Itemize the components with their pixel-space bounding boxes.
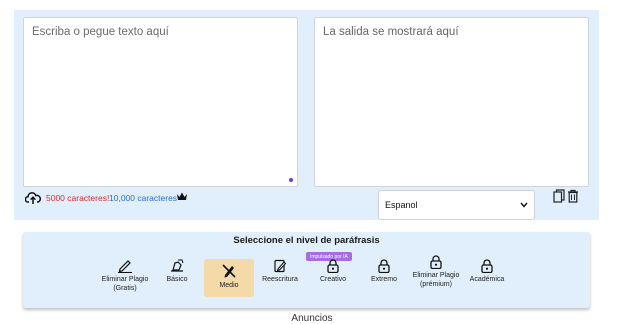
mode-sublabel: (Gratis) bbox=[113, 285, 137, 292]
output-placeholder: La salida se mostrará aquí bbox=[323, 26, 459, 38]
mode-label: Reescritura bbox=[262, 276, 298, 283]
mode-label: Eliminar Plagio bbox=[412, 272, 460, 279]
mode-label: Básico bbox=[166, 276, 188, 283]
mode-label: Eliminar Plagio bbox=[101, 276, 149, 283]
chevron-down-icon bbox=[520, 202, 528, 208]
input-textarea[interactable]: Escriba o pegue texto aquí bbox=[23, 17, 298, 187]
cloud-upload-icon[interactable] bbox=[25, 191, 41, 205]
input-placeholder: Escriba o pegue texto aquí bbox=[32, 26, 169, 38]
output-textarea[interactable]: La salida se mostrará aquí bbox=[314, 17, 589, 187]
edit-square-icon bbox=[274, 259, 287, 273]
lock-icon bbox=[430, 255, 442, 269]
lock-icon bbox=[327, 259, 339, 273]
crown-icon bbox=[177, 192, 187, 200]
mode-basic[interactable]: Básico bbox=[160, 259, 194, 297]
free-char-limit: 5000 caracteres! bbox=[46, 193, 110, 203]
premium-char-limit[interactable]: 10,000 caracteres bbox=[109, 193, 177, 203]
lock-icon bbox=[378, 259, 390, 273]
pen-icon bbox=[118, 260, 132, 273]
paraphrase-level-panel: Seleccione el nivel de paráfrasis Impuls… bbox=[23, 232, 590, 308]
ads-label: Anuncios bbox=[291, 313, 333, 324]
mode-medium[interactable]: Medio bbox=[204, 259, 254, 297]
mode-label: Medio bbox=[219, 282, 239, 289]
mode-label: Académica bbox=[469, 276, 505, 283]
mode-academic[interactable]: Académica bbox=[467, 259, 507, 297]
trash-icon[interactable] bbox=[567, 189, 579, 203]
copy-icon[interactable] bbox=[553, 189, 565, 203]
pencil-slash-icon bbox=[222, 264, 236, 278]
lock-icon bbox=[481, 259, 493, 273]
mode-remove-plagiarism-free[interactable]: Eliminar Plagio (Gratis) bbox=[96, 259, 154, 297]
mode-remove-plagiarism-premium[interactable]: Eliminar Plagio (prémium) bbox=[408, 255, 464, 293]
level-title: Seleccione el nivel de paráfrasis bbox=[233, 235, 380, 246]
mode-creative[interactable]: Creativo bbox=[314, 259, 352, 297]
editor-panel: Escriba o pegue texto aquí La salida se … bbox=[14, 10, 599, 220]
language-value: Espanol bbox=[385, 200, 418, 210]
mode-rewrite[interactable]: Reescritura bbox=[257, 259, 303, 297]
resize-handle[interactable] bbox=[289, 178, 293, 182]
language-select[interactable]: Espanol bbox=[378, 190, 535, 220]
writing-hand-icon bbox=[171, 259, 184, 272]
mode-label: Extremo bbox=[370, 276, 398, 283]
mode-sublabel: (prémium) bbox=[420, 281, 452, 288]
mode-label: Creativo bbox=[319, 276, 347, 283]
mode-extreme[interactable]: Extremo bbox=[366, 259, 402, 297]
